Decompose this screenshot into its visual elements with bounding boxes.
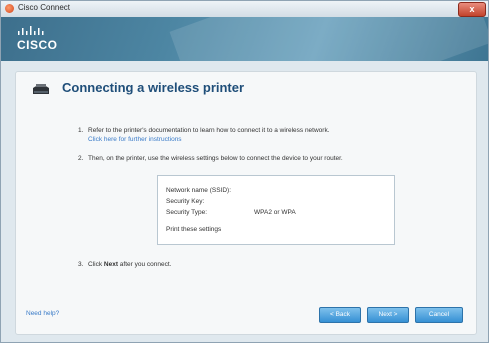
step-number: 2. bbox=[78, 155, 84, 162]
step-text: Refer to the printer's documentation to … bbox=[88, 127, 330, 134]
security-type-label: Security Type: bbox=[166, 209, 208, 216]
main-panel: Connecting a wireless printer 1. Refer t… bbox=[15, 71, 477, 335]
next-button[interactable]: Next > bbox=[367, 307, 409, 323]
step-number: 3. bbox=[78, 261, 84, 268]
step-text: Then, on the printer, use the wireless s… bbox=[88, 155, 343, 162]
help-link[interactable]: Need help? bbox=[26, 310, 59, 317]
security-type-row: Security Type: WPA2 or WPA bbox=[166, 209, 296, 216]
cancel-button[interactable]: Cancel bbox=[415, 307, 463, 323]
step-number: 1. bbox=[78, 127, 84, 134]
step-text-prefix: Click bbox=[88, 261, 104, 268]
app-icon bbox=[5, 4, 14, 13]
next-keyword: Next bbox=[103, 261, 118, 268]
wireless-settings-box: Network name (SSID): Security Key: Secur… bbox=[157, 175, 395, 245]
close-button[interactable]: x bbox=[458, 2, 486, 17]
printer-icon bbox=[33, 84, 49, 94]
network-name-row: Network name (SSID): bbox=[166, 187, 231, 194]
brand-logo-text: CISCO bbox=[17, 38, 58, 52]
app-window: Cisco Connect x CISCO Connecting a wirel… bbox=[0, 0, 489, 343]
print-settings-link[interactable]: Print these settings bbox=[166, 226, 221, 233]
security-key-row: Security Key: bbox=[166, 198, 204, 205]
title-bar[interactable]: Cisco Connect x bbox=[1, 1, 488, 18]
security-key-label: Security Key: bbox=[166, 198, 205, 205]
cisco-logo-icon bbox=[18, 26, 44, 35]
back-button[interactable]: < Back bbox=[319, 307, 361, 323]
page-title: Connecting a wireless printer bbox=[62, 80, 245, 95]
header-banner: CISCO bbox=[1, 17, 488, 61]
network-name-label: Network name (SSID): bbox=[166, 187, 232, 194]
step-text-suffix: after you connect. bbox=[117, 261, 172, 268]
security-type-value: WPA2 or WPA bbox=[254, 209, 296, 216]
window-title: Cisco Connect bbox=[18, 3, 71, 12]
instructions-link[interactable]: Click here for further instructions bbox=[88, 136, 182, 143]
step-text: Click Next after you connect. bbox=[88, 261, 171, 268]
